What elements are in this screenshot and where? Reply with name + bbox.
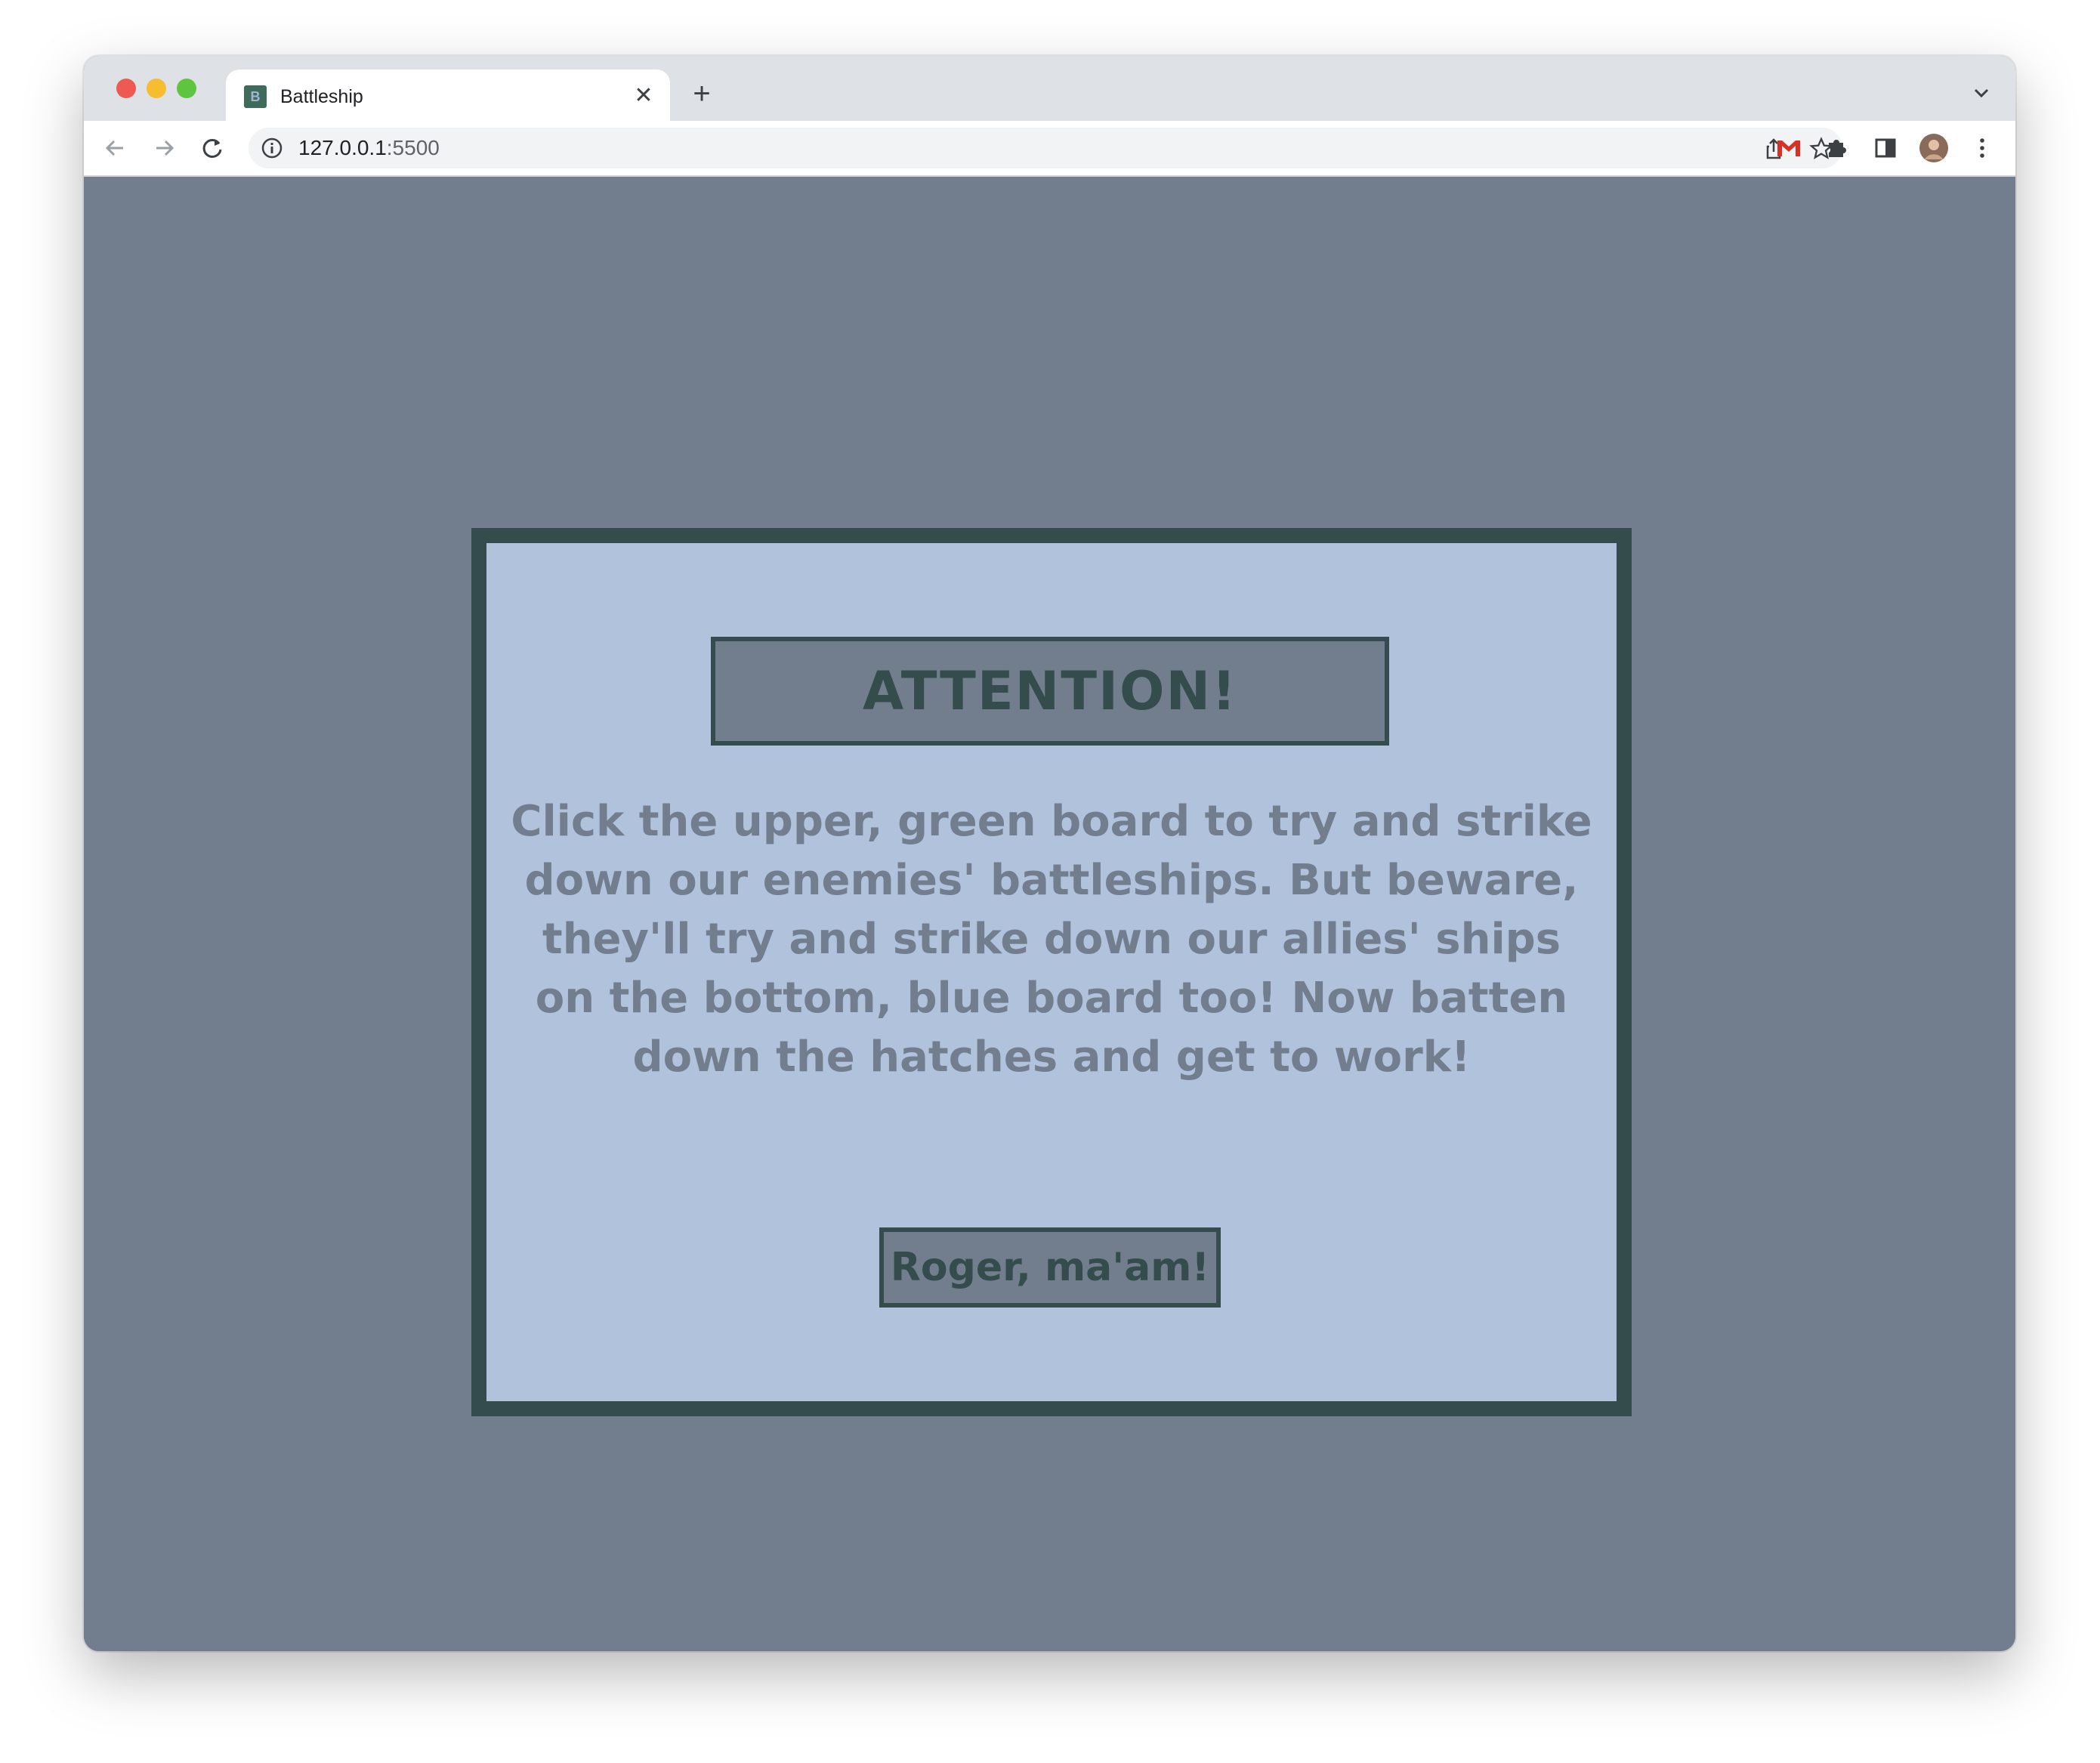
extensions-icon[interactable]	[1822, 133, 1852, 163]
modal-title: ATTENTION!	[711, 637, 1389, 746]
page-content: ATTENTION! Click the upper, green board …	[84, 177, 2015, 1651]
gmail-icon[interactable]	[1774, 133, 1804, 163]
new-tab-button[interactable]: +	[687, 79, 717, 109]
tab-search-chevron-icon[interactable]	[1970, 82, 1993, 104]
profile-avatar[interactable]	[1919, 133, 1949, 163]
favicon-icon: B	[244, 85, 267, 108]
address-bar[interactable]: 127.0.0.1:5500	[249, 128, 1842, 168]
close-window-button[interactable]	[116, 79, 136, 98]
instructions-modal: ATTENTION! Click the upper, green board …	[471, 528, 1632, 1416]
tab-strip: B Battleship ✕ +	[84, 56, 2015, 122]
site-info-icon[interactable]	[261, 137, 283, 159]
forward-arrow-icon[interactable]	[149, 133, 179, 163]
modal-message: Click the upper, green board to try and …	[511, 797, 1592, 1082]
minimize-window-button[interactable]	[147, 79, 166, 98]
browser-toolbar: 127.0.0.1:5500	[84, 121, 2015, 177]
back-arrow-icon[interactable]	[100, 133, 131, 163]
acknowledge-button[interactable]: Roger, ma'am!	[879, 1227, 1221, 1308]
url-port: :5500	[386, 136, 440, 159]
menu-kebab-icon[interactable]	[1967, 133, 1997, 163]
browser-window: B Battleship ✕ + 127.0.0.1:5500 ATTENTIO…	[84, 56, 2015, 1651]
tab-battleship[interactable]: B Battleship ✕	[226, 69, 670, 122]
url-text: 127.0.0.1:5500	[298, 135, 440, 161]
tab-close-icon[interactable]: ✕	[631, 83, 656, 109]
side-panel-icon[interactable]	[1870, 133, 1901, 163]
url-host: 127.0.0.1	[298, 136, 387, 159]
reload-icon[interactable]	[197, 133, 227, 163]
maximize-window-button[interactable]	[177, 79, 196, 98]
tab-title: Battleship	[280, 86, 363, 107]
